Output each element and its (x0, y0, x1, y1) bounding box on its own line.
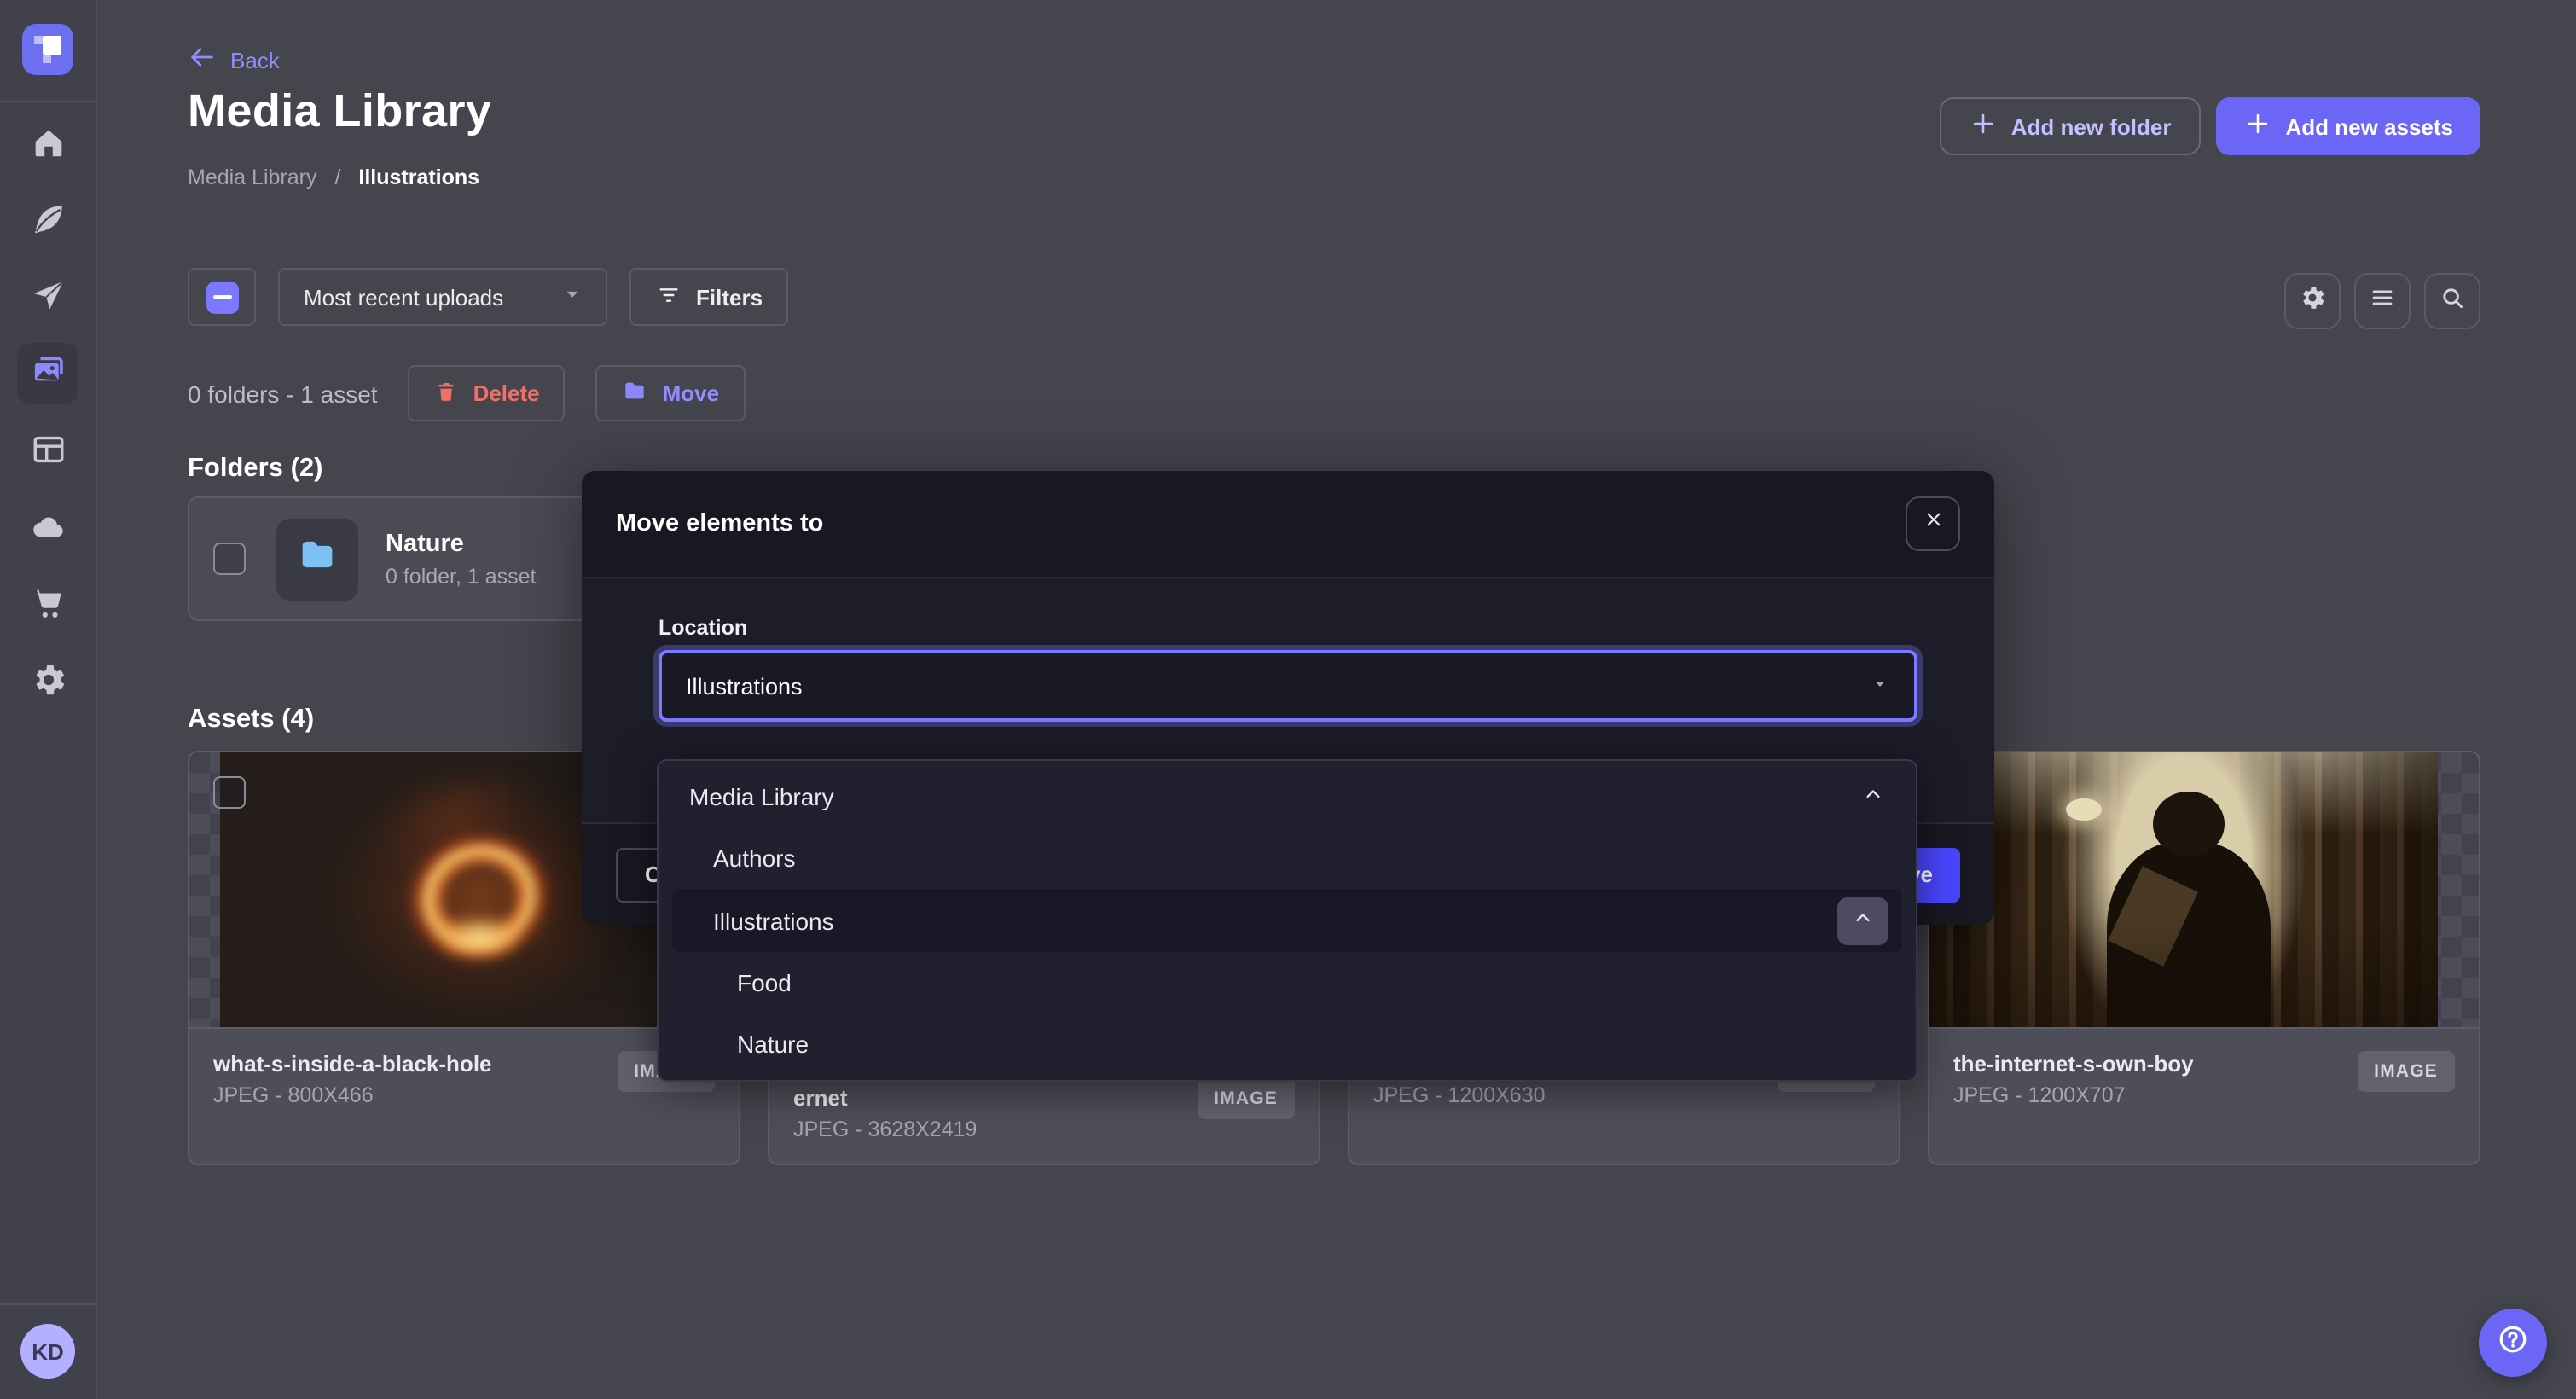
chevron-up-icon[interactable] (1861, 782, 1885, 811)
asset-type-badge: IMAGE (2357, 1051, 2455, 1092)
modal-close-button[interactable] (1906, 496, 1960, 551)
asset-dimensions: JPEG - 3628X2419 (793, 1117, 977, 1141)
tree-item-illustrations[interactable]: Illustrations (672, 890, 1902, 951)
media-library-page: KD Back Media Library Media Library / Il… (0, 0, 2576, 1399)
back-label: Back (230, 47, 280, 73)
sidebar-item-content-type-builder[interactable] (17, 430, 78, 471)
asset-card-internet-own-boy[interactable]: the-internet-s-own-boy JPEG - 1200X707 I… (1928, 751, 2480, 1165)
paper-plane-icon (28, 276, 67, 324)
cart-icon (28, 583, 67, 631)
gear-icon (28, 660, 67, 708)
location-dropdown: Media Library Authors Illustrations Food… (657, 759, 1917, 1082)
tree-item-authors[interactable]: Authors (659, 827, 1916, 889)
tree-item-media-library[interactable]: Media Library (659, 766, 1916, 827)
folder-icon (295, 532, 339, 585)
images-icon (28, 350, 67, 398)
caret-down-icon (560, 282, 585, 312)
asset-dimensions: JPEG - 1200X630 (1373, 1083, 1546, 1107)
folder-checkbox[interactable] (213, 543, 246, 575)
asset-title: the-internet-s-own-boy (1953, 1051, 2194, 1077)
configure-view-button[interactable] (2284, 273, 2341, 329)
indeterminate-checkbox (206, 281, 238, 313)
sidebar-divider (0, 101, 96, 102)
tree-item-food[interactable]: Food (659, 951, 1916, 1013)
back-arrow-icon (188, 43, 217, 77)
modal-title: Move elements to (616, 510, 823, 537)
breadcrumb-current: Illustrations (358, 165, 479, 189)
folder-tile (276, 518, 358, 600)
location-combobox[interactable]: Illustrations (659, 650, 1917, 722)
sidebar-nav (0, 123, 96, 701)
folder-meta: 0 folder, 1 asset (386, 564, 537, 588)
sidebar-item-content-manager[interactable] (17, 200, 78, 241)
sidebar-item-media-library[interactable] (17, 343, 78, 404)
sidebar: KD (0, 0, 97, 1399)
sidebar-item-marketplace[interactable] (17, 583, 78, 624)
search-button[interactable] (2424, 273, 2480, 329)
gear-icon (2298, 282, 2327, 320)
move-button[interactable]: Move (596, 365, 745, 421)
chevron-up-icon (1851, 906, 1875, 935)
select-all-checkbox[interactable] (188, 268, 256, 326)
home-icon (28, 123, 67, 171)
sidebar-item-releases[interactable] (17, 276, 78, 317)
sidebar-bottom-divider (0, 1303, 96, 1305)
list-view-button[interactable] (2354, 273, 2411, 329)
page-title: Media Library (188, 85, 491, 138)
back-link[interactable]: Back (188, 43, 280, 77)
sidebar-item-cloud[interactable] (17, 507, 78, 548)
caret-down-icon (1870, 673, 1890, 699)
library-image (1929, 752, 2438, 1027)
sidebar-item-home[interactable] (17, 123, 78, 164)
asset-checkbox[interactable] (213, 776, 246, 809)
help-button[interactable] (2479, 1309, 2547, 1377)
layout-icon (28, 430, 67, 478)
filter-icon (655, 281, 682, 313)
user-avatar[interactable]: KD (20, 1324, 75, 1379)
search-icon (2438, 282, 2467, 320)
cloud-icon (28, 507, 67, 554)
location-label: Location (659, 616, 1917, 640)
asset-type-badge: IMAGE (1197, 1078, 1295, 1119)
trash-icon (434, 378, 460, 409)
location-value: Illustrations (686, 673, 803, 699)
feather-icon (28, 200, 67, 247)
list-icon (2368, 282, 2397, 320)
sort-select[interactable]: Most recent uploads (278, 268, 607, 326)
folders-heading: Folders (2) (188, 454, 322, 485)
breadcrumb: Media Library / Illustrations (188, 165, 479, 189)
tree-item-nature[interactable]: Nature (659, 1013, 1916, 1075)
sidebar-item-settings[interactable] (17, 660, 78, 701)
selection-summary: 0 folders - 1 asset (188, 380, 378, 407)
folder-name: Nature (386, 530, 537, 557)
folder-icon (622, 377, 649, 409)
breadcrumb-separator: / (334, 165, 340, 189)
assets-heading: Assets (4) (188, 705, 314, 735)
collapse-button[interactable] (1837, 897, 1888, 944)
asset-thumbnail (1929, 752, 2479, 1027)
plus-icon (1969, 109, 1998, 143)
filters-button[interactable]: Filters (629, 268, 788, 326)
add-new-folder-button[interactable]: Add new folder (1940, 97, 2201, 155)
plus-icon (2242, 109, 2271, 143)
close-icon (1920, 507, 1946, 541)
delete-button[interactable]: Delete (409, 365, 566, 421)
asset-dimensions: JPEG - 1200X707 (1953, 1083, 2194, 1107)
question-icon (2494, 1320, 2532, 1366)
breadcrumb-parent[interactable]: Media Library (188, 165, 316, 189)
strapi-logo[interactable] (22, 24, 73, 75)
asset-title: ernet (793, 1085, 977, 1111)
asset-dimensions: JPEG - 800X466 (213, 1083, 492, 1107)
add-new-assets-button[interactable]: Add new assets (2215, 97, 2480, 155)
asset-title: what-s-inside-a-black-hole (213, 1051, 492, 1077)
